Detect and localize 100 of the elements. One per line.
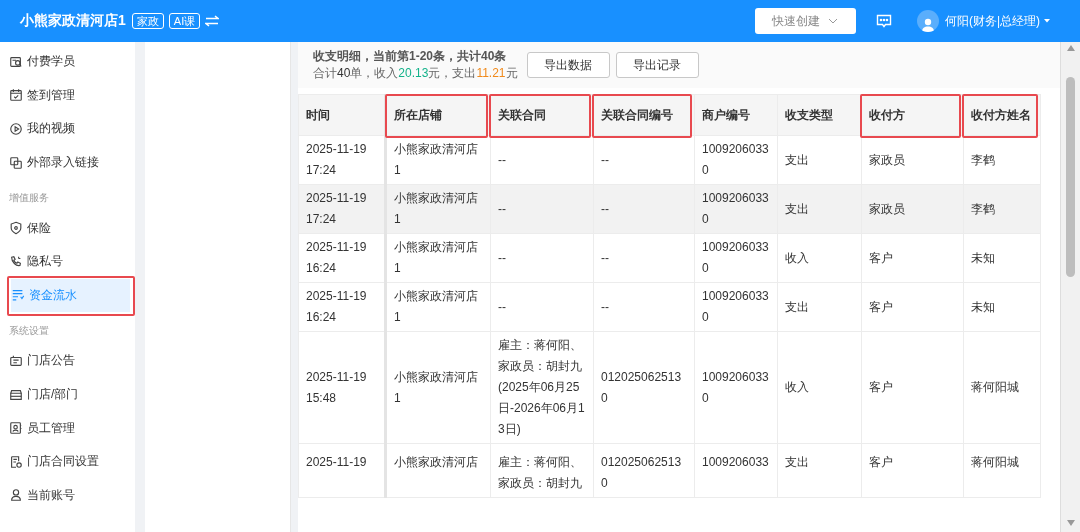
table-cell: 李鹤 (963, 184, 1041, 234)
table-cell: 未知 (963, 233, 1041, 283)
sidebar-item[interactable]: 外部录入链接 (0, 145, 135, 180)
table-cell: 小熊家政清河店1 (385, 331, 491, 444)
list-icon (11, 288, 25, 303)
store-tag: AI课 (168, 13, 201, 29)
caret-icon[interactable] (1044, 19, 1050, 23)
sidebar-item[interactable]: 付费学员 (0, 45, 135, 79)
column-header: 时间 (298, 94, 386, 136)
table-cell: 支出 (777, 443, 862, 498)
play-icon (9, 122, 23, 136)
table-cell: 蒋何阳城 (963, 443, 1041, 498)
message-icon[interactable] (875, 13, 892, 29)
table-cell: 0120250625130 (593, 443, 695, 498)
table-row[interactable]: 2025-11-19 小熊家政清河店 雇主：蒋何阳、家政员：胡封九 0120250625130 1009206033 支出 客户 蒋何阳城 (298, 443, 1041, 498)
quick-create-button[interactable]: 快速创建 (754, 8, 856, 34)
table-cell: 2025-11-19 16:24 (298, 233, 386, 283)
store-icon (9, 387, 23, 402)
table-cell: 10092060330 (694, 184, 778, 234)
sidebar-item[interactable]: 门店合同设置 (0, 444, 135, 479)
swap-icon[interactable] (205, 15, 220, 27)
table-cell: -- (593, 282, 695, 332)
table-cell: 支出 (777, 282, 862, 332)
table-cell: 收入 (777, 331, 862, 444)
table-cell: 1009206033 (694, 443, 778, 498)
badge-icon (9, 421, 23, 436)
section-label: 系统设置 (8, 324, 50, 339)
table-cell: 客户 (861, 233, 964, 283)
id-card-icon (9, 54, 23, 69)
sidebar-item[interactable]: 签到管理 (0, 78, 135, 113)
copy-icon (9, 155, 23, 170)
table-cell: 客户 (861, 331, 964, 444)
column-header: 收付方姓名 (963, 94, 1041, 136)
section-label: 增值服务 (8, 191, 50, 206)
table-cell: 雇主：蒋何阳、家政员：胡封九 (490, 443, 594, 498)
table-row[interactable]: 2025-11-19 16:24 小熊家政清河店1 -- -- 10092060330 收入 客户 未知 (298, 233, 1041, 283)
sidebar-item[interactable]: 我的视频 (0, 112, 135, 146)
table-cell: -- (593, 184, 695, 234)
store-name: 小熊家政清河店1 (20, 12, 126, 30)
table-cell: -- (490, 233, 594, 283)
table-cell: 李鹤 (963, 135, 1041, 185)
table-row[interactable]: 2025-11-19 17:24 小熊家政清河店1 -- -- 10092060330 支出 家政员 李鹤 (298, 184, 1041, 234)
scroll-down-icon[interactable] (1066, 520, 1075, 526)
table-cell: -- (593, 135, 695, 185)
table-cell: 未知 (963, 282, 1041, 332)
sidebar-item[interactable]: 当前账号 (0, 478, 135, 513)
sidebar-item[interactable]: 保险 (0, 211, 135, 245)
export-button[interactable]: 导出记录 (615, 52, 699, 78)
table-cell: 10092060330 (694, 135, 778, 185)
table-cell: 2025-11-19 15:48 (298, 331, 386, 444)
avatar-icon[interactable] (916, 10, 939, 32)
table-cell: 10092060330 (694, 282, 778, 332)
table-row[interactable]: 2025-11-19 16:24 小熊家政清河店1 -- -- 10092060330 支出 客户 未知 (298, 282, 1041, 332)
column-header: 关联合同 (490, 94, 594, 136)
table-cell: 收入 (777, 233, 862, 283)
table-cell: -- (490, 184, 594, 234)
document-icon (9, 454, 23, 469)
table-cell: 2025-11-19 17:24 (298, 184, 386, 234)
sidebar-item[interactable]: 员工管理 (0, 411, 135, 445)
table-row[interactable]: 2025-11-19 15:48 小熊家政清河店1 雇主：蒋何阳、家政员：胡封九(2025年06月25日-2026年06月13日) 0120250625130 10092060330 收入 客户 蒋何阳城 (298, 331, 1041, 444)
sidebar-item[interactable]: 隐私号 (0, 244, 135, 279)
table-cell: 家政员 (861, 184, 964, 234)
notice-board-icon (9, 353, 23, 368)
table-cell: 10092060330 (694, 233, 778, 283)
table-cell: 支出 (777, 135, 862, 185)
table-cell: 2025-11-19 16:24 (298, 282, 386, 332)
table-cell: -- (593, 233, 695, 283)
table-cell: 10092060330 (694, 331, 778, 444)
table-cell: 家政员 (861, 135, 964, 185)
table-cell: 小熊家政清河店1 (385, 233, 491, 283)
export-button[interactable]: 导出数据 (526, 52, 610, 78)
column-header: 商户编号 (694, 94, 778, 136)
table-cell: -- (490, 135, 594, 185)
user-icon (9, 488, 23, 503)
shield-icon (9, 221, 23, 236)
phone-icon (9, 254, 23, 269)
table-cell: 雇主：蒋何阳、家政员：胡封九(2025年06月25日-2026年06月13日) (490, 331, 594, 444)
summary-title: 收支明细，当前第1-20条，共计40条 (313, 48, 508, 65)
table-cell: 0120250625130 (593, 331, 695, 444)
table-cell: 蒋何阳城 (963, 331, 1041, 444)
column-header: 所在店铺 (385, 94, 491, 136)
table-cell: 支出 (777, 184, 862, 234)
table-cell: -- (490, 282, 594, 332)
calendar-icon (9, 88, 23, 103)
table-cell: 小熊家政清河店1 (385, 282, 491, 332)
column-header: 关联合同编号 (593, 94, 695, 136)
scroll-thumb[interactable] (1066, 77, 1075, 277)
table-cell: 小熊家政清河店1 (385, 184, 491, 234)
table-cell: 2025-11-19 (298, 443, 386, 498)
table-cell: 2025-11-19 17:24 (298, 135, 386, 185)
column-header: 收支类型 (777, 94, 862, 136)
summary-totals: 合计40单，收入20.13元，支出 11.21元 (313, 65, 518, 82)
scroll-up-icon[interactable] (1066, 45, 1075, 51)
sidebar-item[interactable]: 门店/部门 (0, 377, 135, 412)
table-cell: 客户 (861, 282, 964, 332)
chevron-down-icon (828, 18, 839, 24)
sidebar-item[interactable]: 门店公告 (0, 344, 135, 378)
table-cell: 小熊家政清河店 (385, 443, 491, 498)
table-cell: 客户 (861, 443, 964, 498)
column-header: 收付方 (861, 94, 964, 136)
